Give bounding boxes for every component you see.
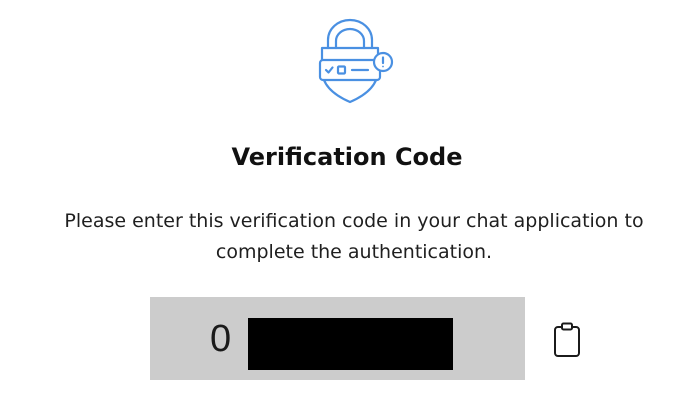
- page-title: Verification Code: [231, 143, 463, 171]
- verification-icon: [300, 18, 400, 110]
- clipboard-icon: [554, 322, 580, 357]
- instructions-line-2: complete the authentication.: [215, 241, 493, 263]
- instructions-text: Please enter this verification code in y…: [14, 206, 694, 268]
- verification-code-visible: 0: [210, 318, 232, 360]
- copy-code-button[interactable]: [546, 319, 588, 361]
- verification-code-redaction: [248, 318, 453, 370]
- verification-code-box: 0: [150, 297, 525, 380]
- instructions-line-1: Please enter this verification code in y…: [64, 210, 644, 232]
